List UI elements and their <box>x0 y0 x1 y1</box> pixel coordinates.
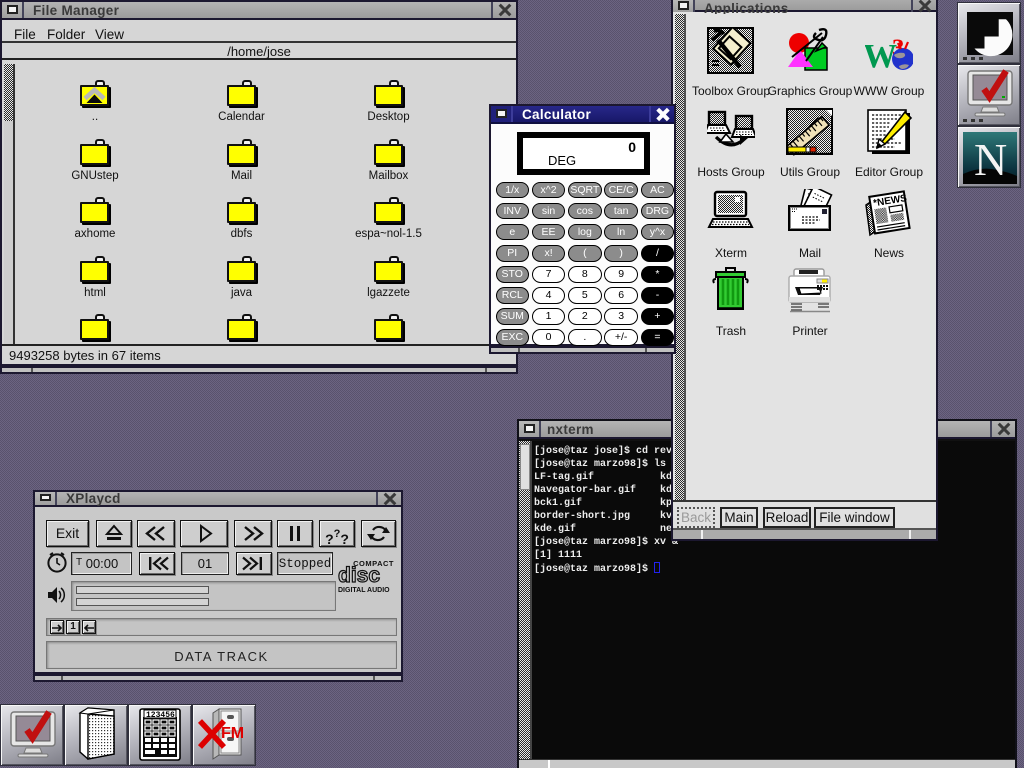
svg-text:123456: 123456 <box>146 711 175 720</box>
svg-text:N: N <box>974 134 1007 184</box>
svg-text:FM: FM <box>221 725 244 742</box>
